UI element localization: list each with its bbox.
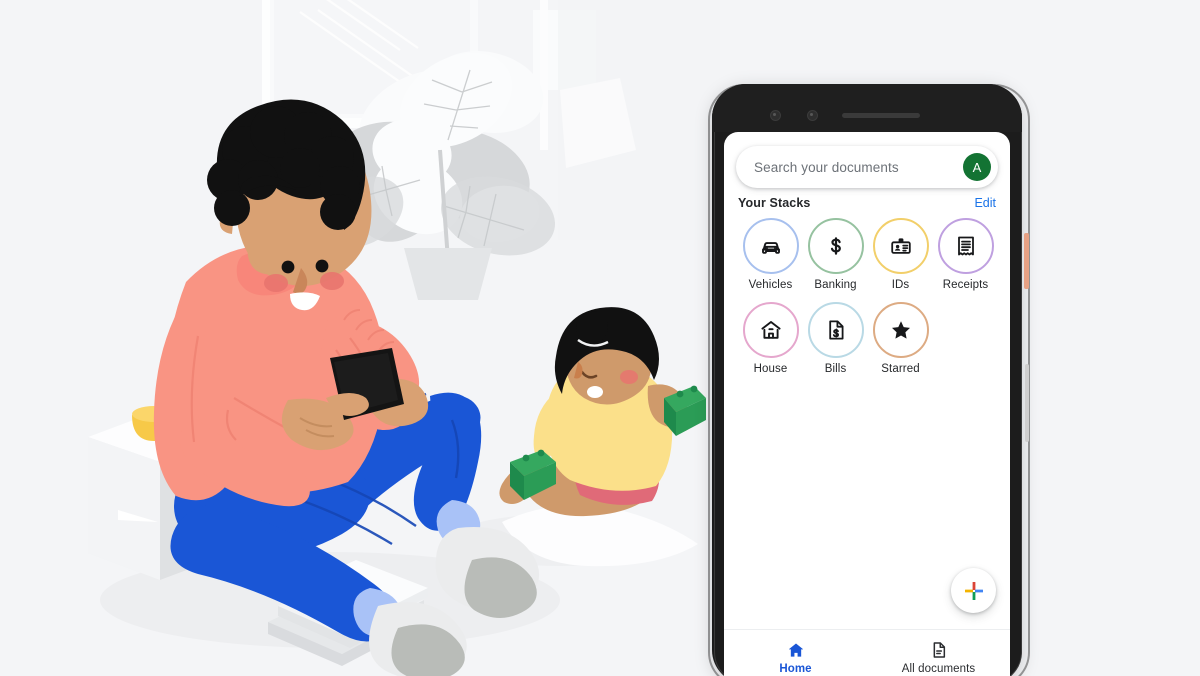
stacks-grid: Vehicles Banking IDs Receipts House Bill… — [738, 218, 998, 375]
proximity-sensor-icon — [807, 110, 818, 121]
car-icon — [761, 242, 780, 254]
edit-stacks-link[interactable]: Edit — [974, 196, 996, 210]
bill-document-icon — [828, 320, 843, 340]
stack-ring — [807, 218, 864, 274]
receipt-icon — [957, 236, 974, 256]
document-icon — [933, 641, 945, 658]
plus-icon — [964, 581, 983, 600]
id-badge-icon — [890, 238, 911, 254]
stack-item-ids[interactable]: IDs — [868, 218, 933, 291]
stack-item-starred[interactable]: Starred — [868, 302, 933, 375]
house-icon — [760, 321, 781, 339]
stack-ring — [742, 302, 799, 358]
stack-ring — [872, 302, 929, 358]
phone-volume-button[interactable] — [1025, 364, 1029, 442]
stack-ring — [807, 302, 864, 358]
phone-power-button[interactable] — [1024, 233, 1029, 289]
earpiece-speaker — [842, 113, 920, 118]
stack-label: Vehicles — [748, 279, 793, 291]
stack-item-house[interactable]: House — [738, 302, 803, 375]
phone-mockup: Search your documents A Your Stacks Edit — [706, 84, 1030, 676]
nav-item-home[interactable]: Home — [724, 640, 867, 675]
stack-ring — [872, 218, 929, 274]
add-document-fab[interactable] — [951, 568, 996, 613]
eye-left — [281, 260, 295, 274]
stack-ring — [742, 218, 799, 274]
nav-label: Home — [779, 662, 812, 675]
star-icon — [891, 321, 910, 339]
phone-top-bezel — [712, 84, 1022, 132]
search-input[interactable]: Search your documents — [754, 160, 963, 175]
stack-label: IDs — [891, 279, 910, 291]
search-bar[interactable]: Search your documents A — [736, 146, 998, 188]
stack-label: Receipts — [942, 279, 989, 291]
dollar-sign-icon — [830, 237, 841, 255]
nav-label: All documents — [901, 662, 976, 675]
stack-ring — [937, 218, 994, 274]
phone-screen: Search your documents A Your Stacks Edit — [724, 132, 1010, 676]
stack-label: Banking — [814, 279, 857, 291]
stack-item-vehicles[interactable]: Vehicles — [738, 218, 803, 291]
family-sitting-with-phone-illustration — [0, 0, 720, 676]
screenshot-scene: Search your documents A Your Stacks Edit — [0, 0, 1200, 676]
bottom-navigation: Home All documents — [724, 629, 1010, 676]
home-icon — [788, 643, 803, 657]
front-camera-icon — [770, 110, 781, 121]
stack-label: House — [753, 363, 788, 375]
stack-item-banking[interactable]: Banking — [803, 218, 868, 291]
eye-right — [315, 259, 329, 273]
stacks-header: Your Stacks Edit — [738, 196, 996, 210]
stacks-title: Your Stacks — [738, 196, 811, 210]
stack-label: Starred — [881, 363, 920, 375]
stack-item-bills[interactable]: Bills — [803, 302, 868, 375]
stack-label: Bills — [824, 363, 847, 375]
stack-item-receipts[interactable]: Receipts — [933, 218, 998, 291]
app-content-area: Search your documents A Your Stacks Edit — [724, 132, 1010, 629]
nav-item-all-documents[interactable]: All documents — [867, 640, 1010, 675]
avatar[interactable]: A — [963, 153, 991, 181]
